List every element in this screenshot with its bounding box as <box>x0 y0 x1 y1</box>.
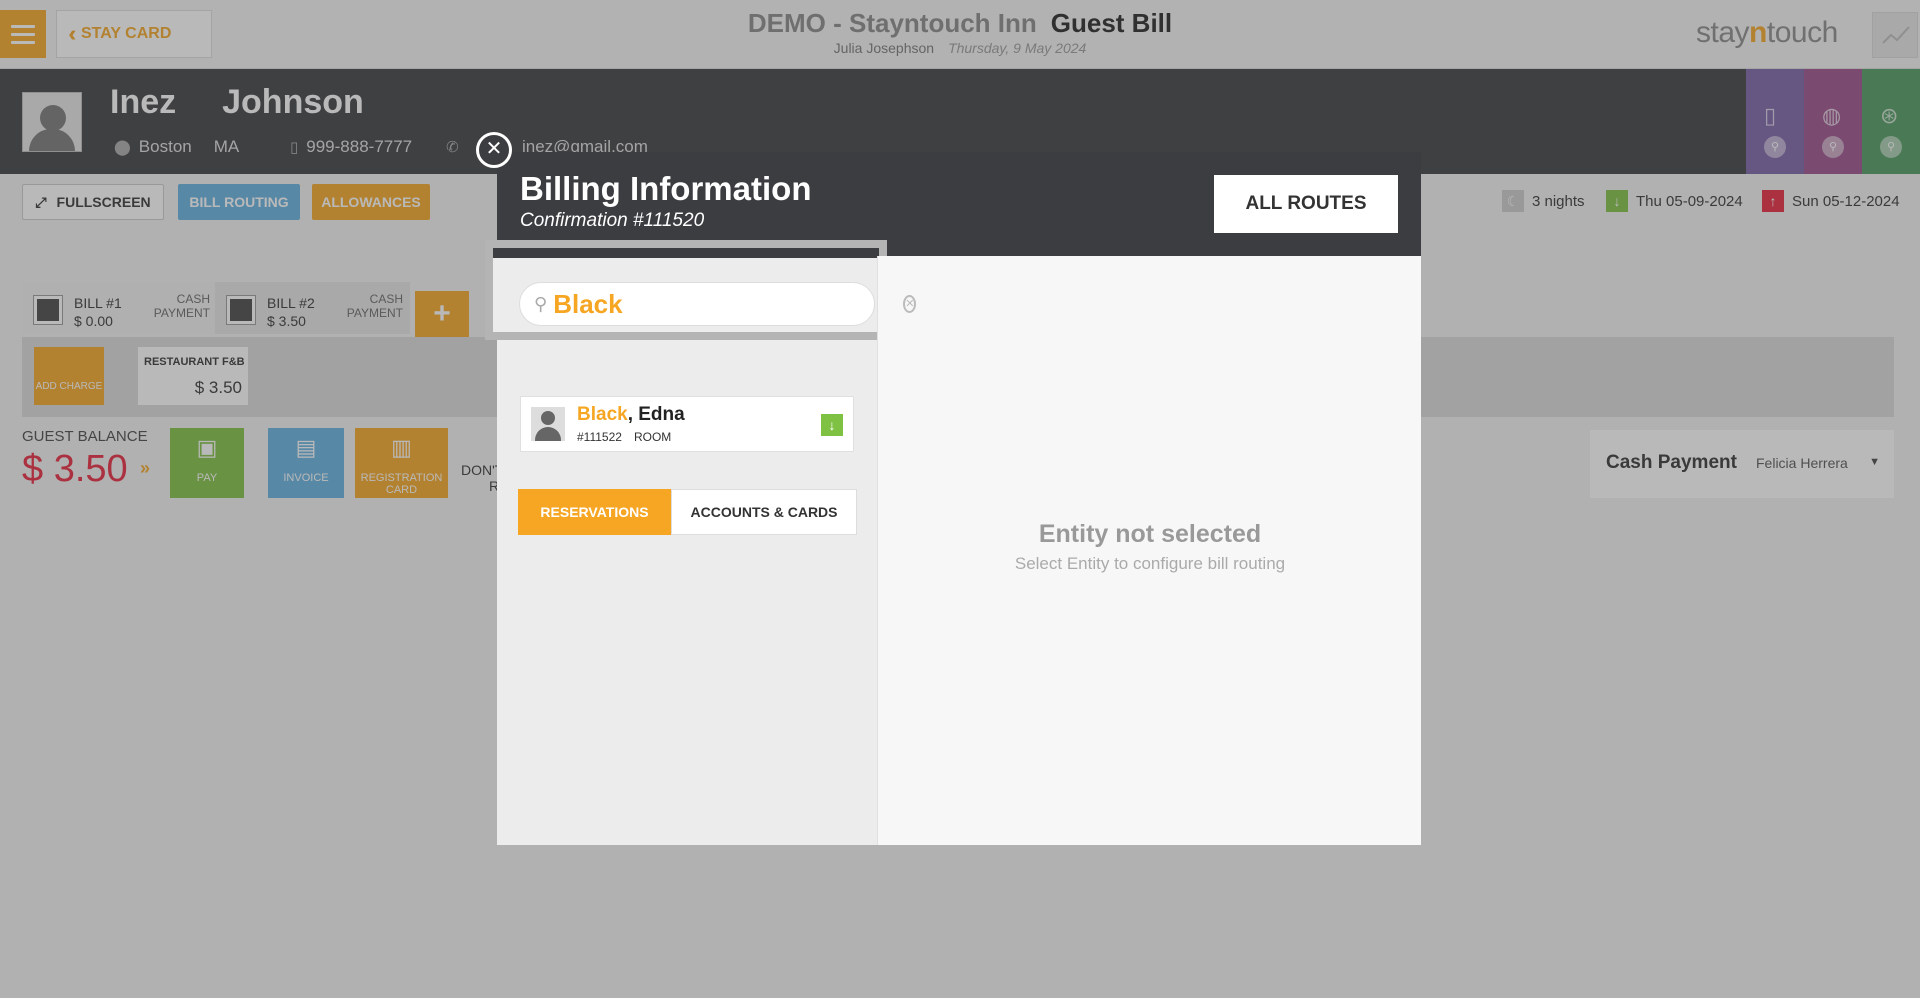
all-routes-button[interactable]: ALL ROUTES <box>1214 175 1398 233</box>
entity-search-pane: ⚲ ✕ <box>485 240 917 845</box>
routing-config-pane: Entity not selected Select Entity to con… <box>877 256 1421 845</box>
modal-title: Billing Information <box>520 170 812 207</box>
close-modal-button[interactable]: ✕ <box>476 132 512 168</box>
entity-search-input[interactable] <box>553 288 904 320</box>
result-name: Black, Edna <box>577 404 685 425</box>
entity-tabs: RESERVATIONS ACCOUNTS & CARDS <box>518 489 857 535</box>
billing-information-modal: Billing Information Confirmation #111520… <box>485 152 1421 845</box>
empty-state-subtitle: Select Entity to configure bill routing <box>1014 554 1286 573</box>
modal-confirmation: Confirmation #111520 <box>520 210 705 231</box>
reservation-result-item[interactable]: Black, Edna #111522 ROOM ↓ <box>520 396 854 452</box>
result-details: #111522 ROOM <box>577 430 672 444</box>
entity-search-field[interactable]: ⚲ ✕ <box>519 282 917 326</box>
search-icon: ⚲ <box>534 293 548 314</box>
tab-reservations[interactable]: RESERVATIONS <box>518 489 671 535</box>
tab-accounts-cards[interactable]: ACCOUNTS & CARDS <box>671 489 857 535</box>
arrow-down-icon: ↓ <box>821 414 843 436</box>
empty-state-title: Entity not selected <box>1038 520 1262 548</box>
guest-avatar-icon <box>531 407 565 441</box>
